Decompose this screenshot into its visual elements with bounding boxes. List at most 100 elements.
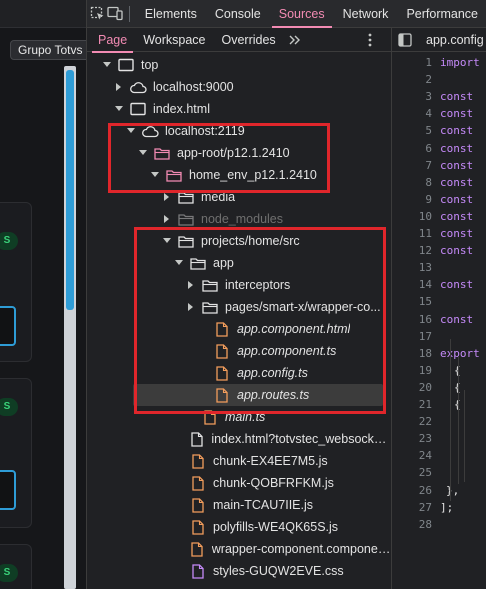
workspace-tab-chip[interactable]: Grupo Totvs 1 [10, 40, 86, 60]
navigator-tabbar: Page Workspace Overrides [87, 28, 391, 53]
tree-item-label: app.routes.ts [237, 388, 310, 402]
page-scrollbar-thumb[interactable] [66, 70, 74, 310]
page-viewport: Grupo Totvs 1 S S S [0, 0, 86, 589]
tree-file-item[interactable]: app.routes.ts [133, 384, 383, 406]
code-editor[interactable]: 1 2 3 4 5 6 7 8 9 10 11 12 13 14 15 16 17 18 19 20 21 22 23 24 2… [391, 52, 486, 589]
editor-file-tab[interactable]: app.config [418, 33, 484, 47]
tree-folder-item[interactable]: home_env_p12.1.2410 [87, 164, 391, 186]
expand-arrow-right-icon[interactable] [185, 281, 197, 289]
tree-folder-item[interactable]: app [87, 252, 391, 274]
tree-folder-item[interactable]: pages/smart-x/wrapper-co... [87, 296, 391, 318]
cloud-icon [129, 79, 147, 95]
code-line: const [440, 107, 474, 121]
file-orange-icon [189, 475, 207, 491]
frame-icon [117, 57, 135, 73]
status-badge: S [0, 232, 18, 250]
tree-folder-item[interactable]: projects/home/src [87, 230, 391, 252]
chevron-double-right-icon[interactable] [284, 28, 306, 52]
line-number: 10 [418, 209, 432, 223]
expand-arrow-down-icon[interactable] [125, 128, 137, 134]
expand-arrow-right-icon[interactable] [185, 303, 197, 311]
tree-item-label: home_env_p12.1.2410 [189, 168, 317, 182]
device-toolbar-icon[interactable] [106, 0, 123, 28]
nav-tab-workspace[interactable]: Workspace [135, 28, 213, 52]
expand-arrow-right-icon[interactable] [161, 193, 173, 201]
tree-item-label: pages/smart-x/wrapper-co... [225, 300, 381, 314]
code-line: const [440, 312, 474, 326]
tree-file-item[interactable]: index.html?totvstec_websocket_... [87, 428, 391, 450]
page-input-field[interactable] [0, 306, 16, 346]
line-number: 14 [418, 278, 432, 292]
inspect-element-icon[interactable] [89, 0, 106, 28]
line-number: 11 [418, 227, 432, 240]
expand-arrow-down-icon[interactable] [161, 238, 173, 244]
expand-arrow-down-icon[interactable] [137, 150, 149, 156]
tree-file-item[interactable]: app.config.ts [87, 362, 391, 384]
tree-folder-item[interactable]: top [87, 54, 391, 76]
toggle-navigator-icon[interactable] [392, 32, 418, 47]
tree-file-item[interactable]: chunk-EX4EE7M5.js [87, 450, 391, 472]
code-line: const [440, 141, 474, 155]
tab-performance[interactable]: Performance [397, 0, 486, 28]
line-number: 5 [425, 124, 432, 138]
tree-item-label: projects/home/src [201, 234, 300, 248]
tree-file-item[interactable]: app.component.html [87, 318, 391, 340]
code-line: const [440, 244, 474, 258]
file-orange-icon [189, 519, 207, 535]
tree-folder-item[interactable]: interceptors [87, 274, 391, 296]
frame-icon [129, 101, 147, 117]
tab-network[interactable]: Network [334, 0, 398, 28]
tree-file-item[interactable]: main.ts [87, 406, 391, 428]
tree-item-label: polyfills-WE4QK65S.js [213, 520, 339, 534]
expand-arrow-right-icon[interactable] [161, 215, 173, 223]
expand-arrow-down-icon[interactable] [173, 260, 185, 266]
tree-item-label: main.ts [225, 410, 266, 424]
expand-arrow-down-icon[interactable] [101, 62, 113, 68]
line-number: 8 [425, 175, 432, 189]
tree-folder-item[interactable]: media [87, 186, 391, 208]
tree-item-label: app.component.ts [237, 344, 337, 358]
indent-guide [458, 356, 459, 484]
line-number: 4 [425, 107, 432, 121]
code-line: ]; [440, 500, 454, 514]
tree-file-item[interactable]: wrapper-component.component... [87, 538, 391, 560]
tree-folder-item[interactable]: app-root/p12.1.2410 [87, 142, 391, 164]
line-number: 21 [418, 398, 432, 411]
tab-console[interactable]: Console [206, 0, 270, 28]
tree-item-label: localhost:2119 [165, 124, 245, 138]
line-number: 24 [418, 449, 432, 463]
expand-arrow-down-icon[interactable] [113, 106, 125, 112]
file-orange-icon [213, 343, 231, 359]
folder-icon [201, 277, 219, 293]
tree-folder-item[interactable]: localhost:2119 [87, 120, 391, 142]
tree-item-label: app-root/p12.1.2410 [177, 146, 290, 160]
tree-file-item[interactable]: app.component.ts [87, 340, 391, 362]
tree-file-item[interactable]: main-TCAU7IIE.js [87, 494, 391, 516]
tree-item-label: app.config.ts [237, 366, 308, 380]
nav-tab-page[interactable]: Page [90, 28, 135, 53]
expand-arrow-right-icon[interactable] [113, 83, 125, 91]
line-number: 6 [425, 141, 432, 155]
tree-file-item[interactable]: styles-GUQW2EVE.css [87, 560, 391, 582]
file-orange-icon [189, 453, 207, 469]
tree-item-label: media [201, 190, 236, 204]
tree-folder-item[interactable]: localhost:9000 [87, 76, 391, 98]
code-line: import [440, 56, 480, 69]
tree-folder-item[interactable]: index.html [87, 98, 391, 120]
code-line: const [440, 192, 474, 206]
code-line: const [440, 227, 474, 240]
folder-pink-icon [165, 167, 183, 183]
page-input-field[interactable] [0, 470, 16, 510]
folder-pink-icon [153, 145, 171, 161]
code-line: const [440, 124, 474, 138]
tab-sources[interactable]: Sources [270, 0, 334, 28]
kebab-menu-icon[interactable] [363, 28, 377, 52]
tree-folder-item[interactable]: node_modules [87, 208, 391, 230]
line-number: 16 [418, 312, 432, 326]
tab-elements[interactable]: Elements [136, 0, 206, 28]
tree-file-item[interactable]: chunk-QOBFRFKM.js [87, 472, 391, 494]
tree-item-label: app [213, 256, 234, 270]
tree-file-item[interactable]: polyfills-WE4QK65S.js [87, 516, 391, 538]
nav-tab-overrides[interactable]: Overrides [214, 28, 284, 52]
expand-arrow-down-icon[interactable] [149, 172, 161, 178]
